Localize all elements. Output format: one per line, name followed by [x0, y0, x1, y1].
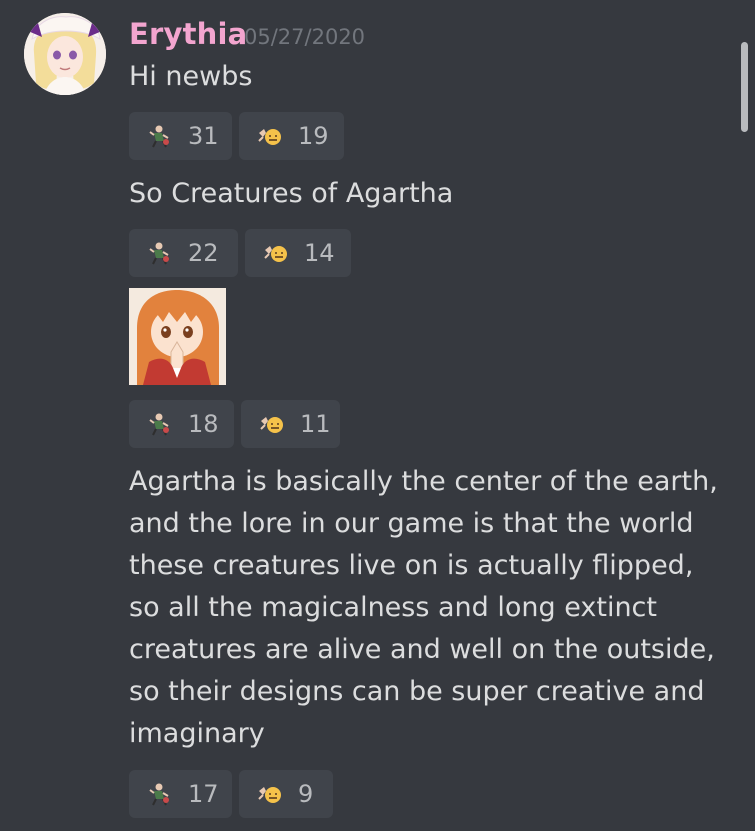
message-text: Hi newbs [129, 61, 253, 92]
reaction-dancing-button[interactable]: 18 [129, 400, 234, 448]
dancing-character-icon [149, 242, 169, 265]
reaction-count: 31 [188, 122, 219, 150]
username[interactable]: Erythia [129, 14, 247, 54]
message-group: Erythia 05/27/2020 Hi newbs 31 19 So Cre… [0, 0, 755, 831]
dancing-character-icon [149, 413, 169, 436]
message-text: So Creatures of Agartha [129, 178, 454, 209]
avatar-illustration-icon [24, 13, 106, 95]
reaction-count: 18 [188, 410, 219, 438]
reaction-flex-button[interactable]: 9 [239, 770, 333, 818]
reaction-flex-button[interactable]: 19 [239, 112, 344, 160]
message-text: Agartha is basically the center of the e… [129, 466, 718, 749]
scrollbar-thumb[interactable] [741, 42, 748, 132]
reaction-count: 14 [304, 239, 335, 267]
avatar[interactable] [24, 13, 106, 95]
reaction-count: 9 [298, 780, 314, 808]
anime-girl-praying-image-icon [129, 288, 226, 385]
flex-face-icon [264, 246, 287, 262]
reaction-count: 11 [300, 410, 331, 438]
flex-face-icon [260, 417, 283, 433]
reaction-dancing-button[interactable]: 22 [129, 229, 238, 277]
reaction-count: 19 [298, 122, 329, 150]
reaction-dancing-button[interactable]: 31 [129, 112, 232, 160]
flex-face-icon [258, 787, 281, 803]
reaction-flex-button[interactable]: 11 [241, 400, 340, 448]
reaction-count: 17 [188, 780, 219, 808]
dancing-character-icon [149, 125, 169, 148]
reaction-flex-button[interactable]: 14 [245, 229, 351, 277]
dancing-character-icon [149, 783, 169, 806]
reaction-dancing-button[interactable]: 17 [129, 770, 232, 818]
flex-face-icon [258, 129, 281, 145]
reaction-count: 22 [188, 239, 219, 267]
timestamp: 05/27/2020 [244, 25, 366, 49]
image-attachment[interactable] [129, 288, 226, 385]
